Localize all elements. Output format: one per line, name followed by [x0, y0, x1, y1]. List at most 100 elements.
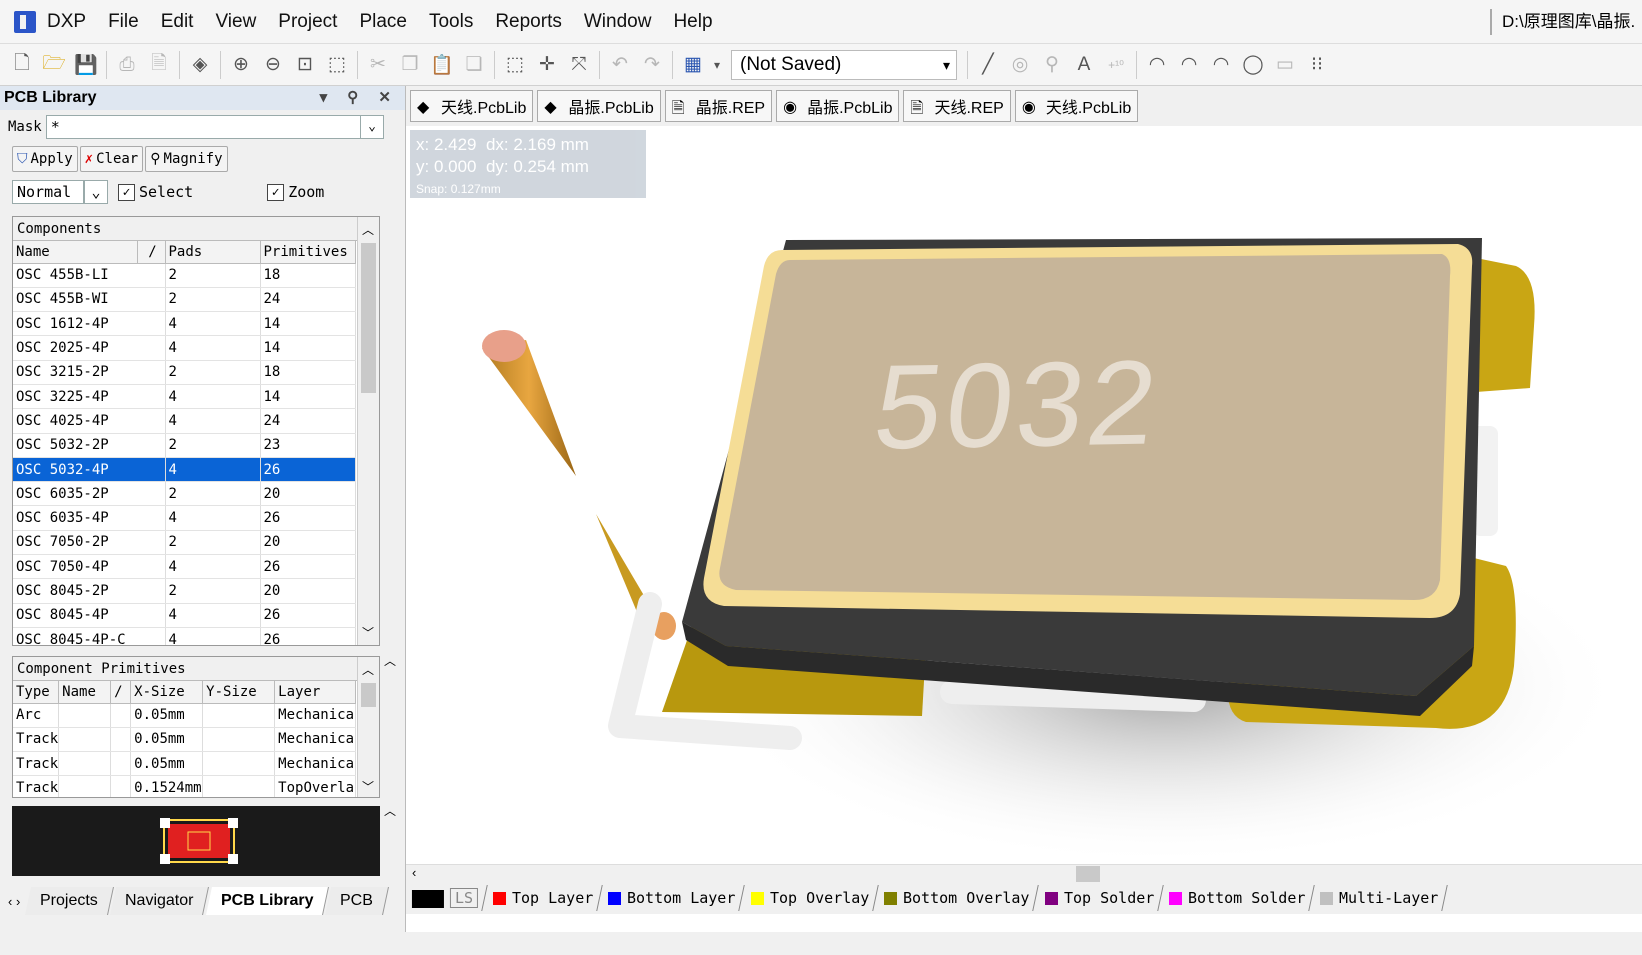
col-primitives[interactable]: Primitives [260, 241, 356, 264]
print-icon[interactable]: ⎙ [111, 49, 143, 81]
table-row[interactable]: Arc 0.05mm Mechanica [13, 703, 356, 728]
table-row[interactable]: OSC 1612-4P 4 14 [13, 311, 356, 337]
canvas-scroll-thumb[interactable] [1076, 866, 1100, 882]
mask-dropdown-icon[interactable]: ⌄ [360, 115, 384, 139]
table-row[interactable]: Track 0.1524mm TopOverla [13, 775, 356, 797]
col-pads[interactable]: Pads [165, 241, 261, 264]
mode-select[interactable]: Normal [12, 180, 84, 204]
table-row[interactable]: OSC 3215-2P 2 18 [13, 360, 356, 385]
menu-window[interactable]: Window [573, 11, 663, 33]
table-row[interactable]: OSC 455B-WI 2 24 [13, 287, 356, 313]
place-via-icon[interactable]: ⚲ [1036, 49, 1068, 81]
zoom-area-icon[interactable]: ⬚ [321, 49, 353, 81]
document-tab[interactable]: ◆ 天线.PcbLib [410, 90, 534, 122]
components-scroll-thumb[interactable] [361, 243, 376, 393]
menu-reports[interactable]: Reports [484, 11, 573, 33]
tab-scroll-icon[interactable]: ‹ › [8, 894, 20, 909]
menu-help[interactable]: Help [662, 11, 723, 33]
layer-tab[interactable]: Bottom Layer [599, 885, 746, 911]
full-circle-icon[interactable]: ◯ [1237, 49, 1269, 81]
col-xsize[interactable]: X-Size [130, 681, 204, 704]
menu-edit[interactable]: Edit [150, 11, 205, 33]
tab-pcb[interactable]: PCB [325, 887, 389, 915]
document-tab[interactable]: ◉ 天线.PcbLib [1014, 90, 1139, 122]
col-ysize[interactable]: Y-Size [202, 681, 276, 704]
col-name[interactable]: Name [13, 241, 138, 264]
apply-button[interactable]: ⛉ Apply [12, 146, 78, 172]
table-row[interactable]: OSC 4025-4P 4 24 [13, 408, 356, 434]
place-string-icon[interactable]: A [1068, 49, 1100, 81]
arc-center-icon[interactable]: ◠ [1141, 49, 1173, 81]
place-coordinate-icon[interactable]: +¹⁰ [1100, 49, 1132, 81]
table-row[interactable]: OSC 8045-4P 4 26 [13, 603, 356, 628]
grid-icon[interactable]: ▦ [677, 49, 709, 81]
copy-icon[interactable]: ❐ [394, 49, 426, 81]
primitives-scrollbar[interactable]: ︿ ﹀ [357, 657, 379, 797]
place-fill-icon[interactable]: ▭ [1269, 49, 1301, 81]
document-select[interactable]: (Not Saved) [731, 49, 957, 80]
move-icon[interactable]: ✛ [531, 49, 563, 81]
arc-edge-icon[interactable]: ◠ [1173, 49, 1205, 81]
table-row[interactable]: OSC 7050-4P 4 26 [13, 554, 356, 580]
document-tab[interactable]: ◆ 晶振.PcbLib [537, 90, 661, 122]
col-prim-sort[interactable]: / [110, 681, 132, 704]
paste-icon[interactable]: 📋 [426, 49, 458, 81]
table-row[interactable]: OSC 5032-2P 2 23 [13, 433, 356, 458]
layer-tab[interactable]: LS [403, 885, 488, 911]
cut-icon[interactable]: ✂ [362, 49, 394, 81]
menu-project[interactable]: Project [267, 11, 348, 33]
table-row[interactable]: OSC 6035-2P 2 20 [13, 481, 356, 507]
new-file-icon[interactable]: 🗋 [6, 49, 38, 81]
place-pad-icon[interactable]: ◎ [1004, 49, 1036, 81]
document-tab[interactable]: 🗎 晶振.REP [664, 90, 773, 122]
canvas-horizontal-scrollbar[interactable]: ‹ [406, 864, 1642, 882]
table-row[interactable]: Track 0.05mm Mechanica [13, 751, 356, 777]
mask-input[interactable]: * [45, 115, 384, 139]
deselect-icon[interactable]: ⤧ [563, 49, 595, 81]
tab-pcb-library[interactable]: PCB Library [205, 887, 330, 915]
table-row[interactable]: Track 0.05mm Mechanica [13, 727, 356, 753]
scroll-up-icon[interactable]: ︿ [362, 221, 374, 238]
table-row[interactable]: OSC 2025-4P 4 14 [13, 335, 356, 361]
clear-button[interactable]: ✗ Clear [79, 146, 144, 172]
panel-controls[interactable]: ▾ ⚲ ✕ [320, 88, 399, 106]
collapse-up-icon[interactable]: ︿ [384, 802, 396, 819]
col-type[interactable]: Type [13, 681, 60, 704]
save-icon[interactable]: 💾 [70, 49, 102, 81]
menu-place[interactable]: Place [348, 11, 418, 33]
col-prim-name[interactable]: Name [58, 681, 112, 704]
redo-icon[interactable]: ↷ [636, 49, 668, 81]
layer-tab[interactable]: Top Solder [1035, 885, 1164, 911]
mode-dropdown-icon[interactable]: ⌄ [84, 180, 108, 204]
layer-stack-icon[interactable]: ◈ [184, 49, 216, 81]
table-row[interactable]: OSC 5032-4P 4 26 [13, 457, 356, 483]
scroll-down-icon[interactable]: ﹀ [362, 778, 374, 795]
tab-projects[interactable]: Projects [25, 887, 115, 915]
menu-dxp[interactable]: DXP [36, 11, 97, 33]
components-scrollbar[interactable]: ︿ ﹀ [357, 217, 379, 645]
select-area-icon[interactable]: ⬚ [499, 49, 531, 81]
layer-tab[interactable]: Bottom Overlay [875, 885, 1040, 911]
array-paste-icon[interactable]: ⁝⁝ [1301, 49, 1333, 81]
layer-tab[interactable]: Multi-Layer [1311, 885, 1449, 911]
table-row[interactable]: OSC 455B-LI 2 18 [13, 263, 356, 288]
scroll-left-icon[interactable]: ‹ [412, 865, 416, 880]
arc-any-icon[interactable]: ◠ [1205, 49, 1237, 81]
tab-navigator[interactable]: Navigator [110, 887, 210, 915]
layer-tab[interactable]: Bottom Solder [1160, 885, 1315, 911]
zoom-in-icon[interactable]: ⊕ [225, 49, 257, 81]
undo-icon[interactable]: ↶ [604, 49, 636, 81]
pcb-3d-view[interactable]: 5032 x: 2.429 dx: 2.169 mm y: 0.000 dy: … [406, 126, 1642, 864]
table-row[interactable]: OSC 7050-2P 2 20 [13, 530, 356, 556]
table-row[interactable]: OSC 6035-4P 4 26 [13, 505, 356, 531]
chevron-down-icon[interactable]: ▾ [709, 49, 725, 81]
place-line-icon[interactable]: ╱ [972, 49, 1004, 81]
open-folder-icon[interactable]: 🗁 [38, 49, 70, 81]
table-row[interactable]: OSC 8045-2P 2 20 [13, 578, 356, 604]
menu-tools[interactable]: Tools [418, 11, 484, 33]
zoom-fit-icon[interactable]: ⊡ [289, 49, 321, 81]
scroll-up-icon[interactable]: ︿ [362, 661, 374, 678]
layer-tab[interactable]: Top Overlay [741, 885, 879, 911]
layer-tab[interactable]: Top Layer [484, 885, 604, 911]
zoom-out-icon[interactable]: ⊖ [257, 49, 289, 81]
